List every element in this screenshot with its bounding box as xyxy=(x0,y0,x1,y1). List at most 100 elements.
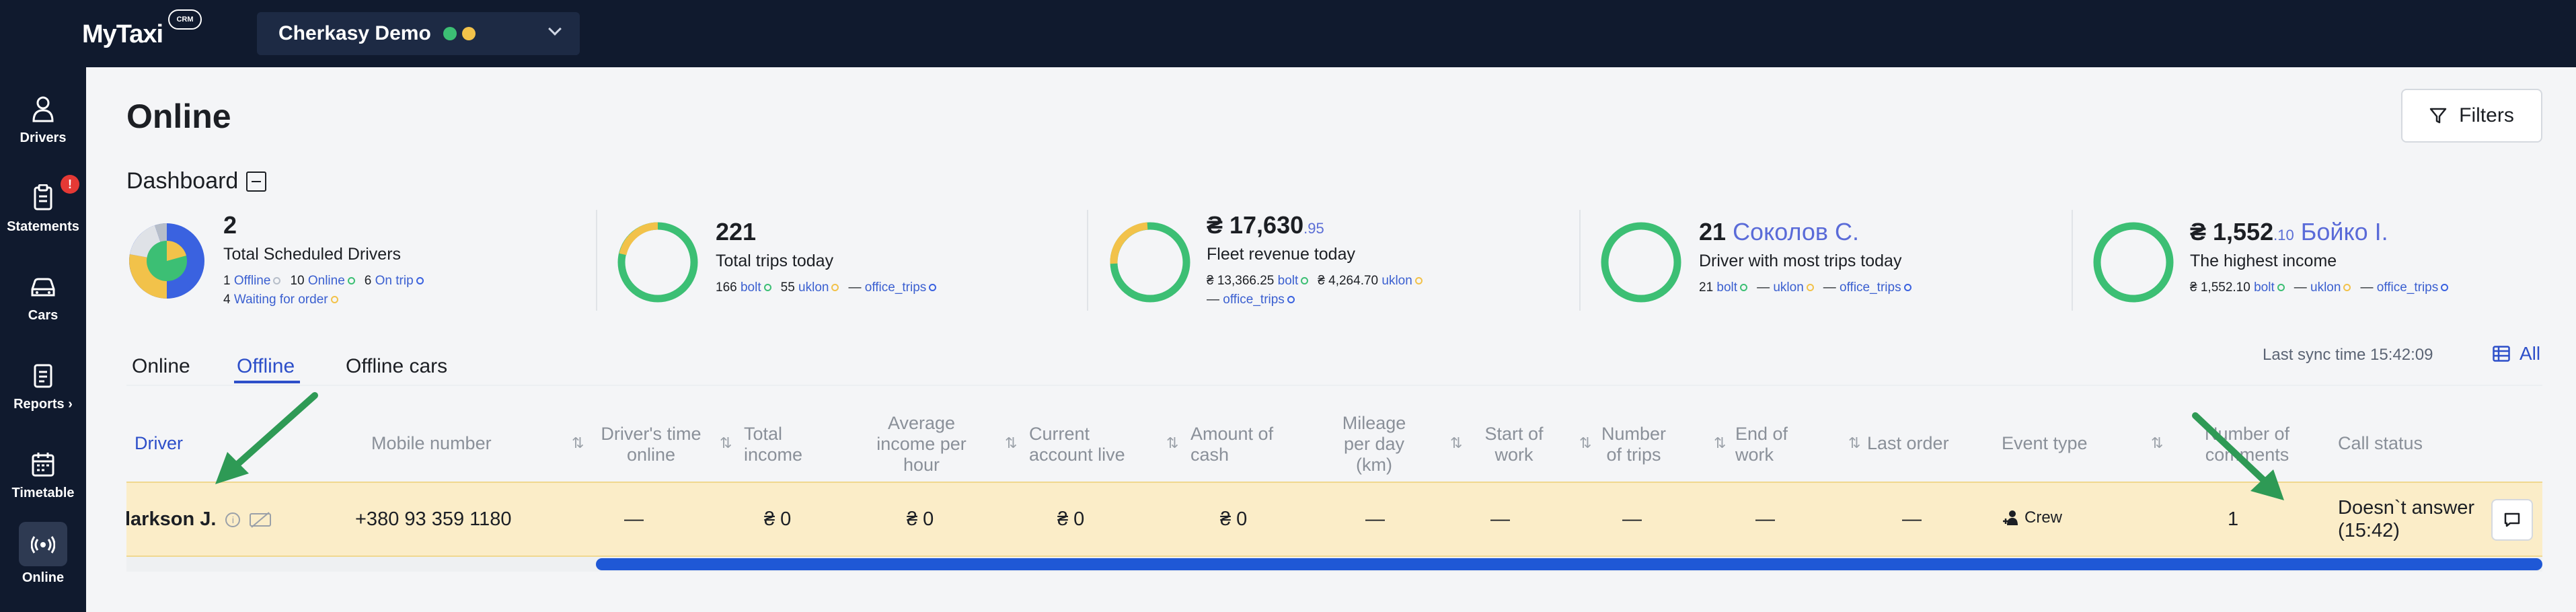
filters-button[interactable]: Filters xyxy=(2401,89,2542,143)
driver-name-link[interactable]: Соколов С. xyxy=(1733,218,1859,245)
tab-online[interactable]: Online xyxy=(132,355,190,378)
col-header-start[interactable]: Start of work xyxy=(1477,424,1551,465)
legend-dot-icon xyxy=(416,277,424,285)
cell-cash: ₴ 0 xyxy=(1220,508,1248,530)
col-header-time-online[interactable]: Driver's time online xyxy=(597,424,705,465)
trips-donut-chart xyxy=(617,222,698,303)
cell-account-live: ₴ 0 xyxy=(1057,508,1085,530)
broadcast-icon xyxy=(31,536,55,553)
label-waiting: Waiting for order xyxy=(233,293,328,307)
horizontal-scrollbar[interactable] xyxy=(596,558,2542,570)
cell-comments[interactable]: 1 xyxy=(2228,508,2238,531)
dashboard-title-text: Dashboard xyxy=(126,168,239,194)
call-status-text: Doesn`t answer xyxy=(2338,497,2475,519)
stat-divider xyxy=(2072,210,2073,311)
sort-icon[interactable]: ⇅ xyxy=(1579,434,1591,452)
app-logo[interactable]: MyTaxi xyxy=(82,20,163,49)
annotation-arrow-icon xyxy=(2192,412,2284,500)
city-select[interactable]: Cherkasy Demo xyxy=(257,12,580,55)
cell-start: — xyxy=(1490,508,1510,530)
count-online: 10 xyxy=(290,274,305,288)
stat-value: 21 Соколов С. xyxy=(1699,218,1921,246)
col-header-driver[interactable]: Driver xyxy=(135,433,183,454)
stat-value-decimal: .95 xyxy=(1303,220,1324,237)
col-header-avg-income[interactable]: Average income per hour xyxy=(868,413,975,475)
label-bolt: bolt xyxy=(1277,274,1299,288)
stat-divider xyxy=(596,210,597,311)
cell-driver[interactable]: larkson J. i xyxy=(125,508,272,531)
filters-label: Filters xyxy=(2459,104,2514,126)
sort-icon[interactable]: ⇅ xyxy=(2151,434,2163,452)
stat-value-main: ₴ 17,630 xyxy=(1207,211,1304,239)
stat-label: Total Scheduled Drivers xyxy=(223,245,402,264)
driver-name-link[interactable]: Бойко І. xyxy=(2301,218,2388,245)
crm-badge: CRM xyxy=(168,9,202,30)
label-offline: Offline xyxy=(233,274,271,288)
sort-icon[interactable]: ⇅ xyxy=(1450,434,1462,452)
col-header-mobile[interactable]: Mobile number xyxy=(371,433,492,454)
sidebar-item-label: Timetable xyxy=(11,486,75,500)
sidebar-item-drivers[interactable]: Drivers xyxy=(0,86,86,167)
stat-value: 221 xyxy=(716,218,757,245)
cell-last-order: — xyxy=(1902,508,1922,530)
cell-call-status[interactable]: Doesn`t answer (15:42) xyxy=(2338,496,2474,542)
col-header-last-order[interactable]: Last order xyxy=(1867,433,1949,454)
stat-label: Fleet revenue today xyxy=(1207,245,1355,264)
sidebar-item-statements[interactable]: ! Statements xyxy=(0,175,86,256)
cell-time-online: — xyxy=(624,508,644,530)
legend-dot-icon xyxy=(1414,277,1423,285)
value-office: — xyxy=(1823,280,1836,295)
tab-offline[interactable]: Offline xyxy=(237,355,295,378)
value-uklon: — xyxy=(1757,280,1770,295)
col-header-total-income[interactable]: Total income xyxy=(744,424,818,465)
sidebar-item-reports[interactable]: Reports › xyxy=(0,352,86,433)
label-office: office_trips xyxy=(1840,280,1901,295)
value-uklon: — xyxy=(2294,280,2307,295)
active-tab-indicator xyxy=(234,381,300,383)
sort-icon[interactable]: ⇅ xyxy=(1714,434,1726,452)
most-trips-donut-chart xyxy=(1601,222,1681,303)
stat-value-main: 21 xyxy=(1699,218,1727,245)
comment-button[interactable] xyxy=(2491,499,2533,541)
table-columns-icon xyxy=(2493,346,2510,362)
cell-mobile[interactable]: +380 93 359 1180 xyxy=(355,508,512,531)
columns-all-button[interactable]: All xyxy=(2493,343,2540,365)
value-office: — xyxy=(1207,293,1219,307)
collapse-icon[interactable] xyxy=(246,171,267,192)
col-header-account-live[interactable]: Current account live xyxy=(1029,424,1130,465)
sidebar-item-label: Cars xyxy=(28,308,59,323)
stat-label: The highest income xyxy=(2190,252,2337,270)
sort-icon[interactable]: ⇅ xyxy=(720,434,732,452)
sidebar-item-online[interactable]: Online xyxy=(0,522,86,603)
crew-icon xyxy=(2003,510,2018,525)
col-header-end[interactable]: End of work xyxy=(1735,424,1809,465)
sidebar-item-timetable[interactable]: Timetable xyxy=(0,441,86,522)
col-header-trips[interactable]: Number of trips xyxy=(1597,424,1671,465)
label-bolt: bolt xyxy=(740,280,761,295)
sidebar-item-cars[interactable]: Cars xyxy=(0,264,86,344)
label-office: office_trips xyxy=(2376,280,2439,295)
legend-dot-icon xyxy=(273,277,281,285)
dashboard-title: Dashboard xyxy=(126,168,267,194)
sort-icon[interactable]: ⇅ xyxy=(1166,434,1178,452)
last-sync-time: Last sync time 15:42:09 xyxy=(2263,346,2433,364)
person-icon xyxy=(32,96,54,122)
sort-icon[interactable]: ⇅ xyxy=(572,434,584,452)
col-header-mileage[interactable]: Mileage per day (km) xyxy=(1330,413,1418,475)
driver-name[interactable]: larkson J. xyxy=(125,508,216,530)
value-office: — xyxy=(2360,280,2374,295)
col-header-event[interactable]: Event type xyxy=(2002,433,2088,454)
call-status-time: (15:42) xyxy=(2338,520,2400,541)
sort-icon[interactable]: ⇅ xyxy=(1848,434,1860,452)
stat-breakdown: ₴ 13,366.25 bolt ₴ 4,264.70 uklon xyxy=(1207,274,1432,289)
tab-offline-cars[interactable]: Offline cars xyxy=(346,355,447,378)
sort-icon[interactable]: ⇅ xyxy=(1005,434,1017,452)
stat-label: Driver with most trips today xyxy=(1699,252,1902,270)
col-header-cash[interactable]: Amount of cash xyxy=(1190,424,1291,465)
info-icon[interactable]: i xyxy=(225,512,241,528)
col-header-call-status[interactable]: Call status xyxy=(2338,433,2423,454)
value-bolt: 21 xyxy=(1699,280,1714,295)
stat-breakdown-2: 4 Waiting for order xyxy=(223,293,433,307)
value-uklon: ₴ 4,264.70 xyxy=(1318,274,1379,288)
value-bolt: ₴ 1,552.10 xyxy=(2190,280,2250,295)
